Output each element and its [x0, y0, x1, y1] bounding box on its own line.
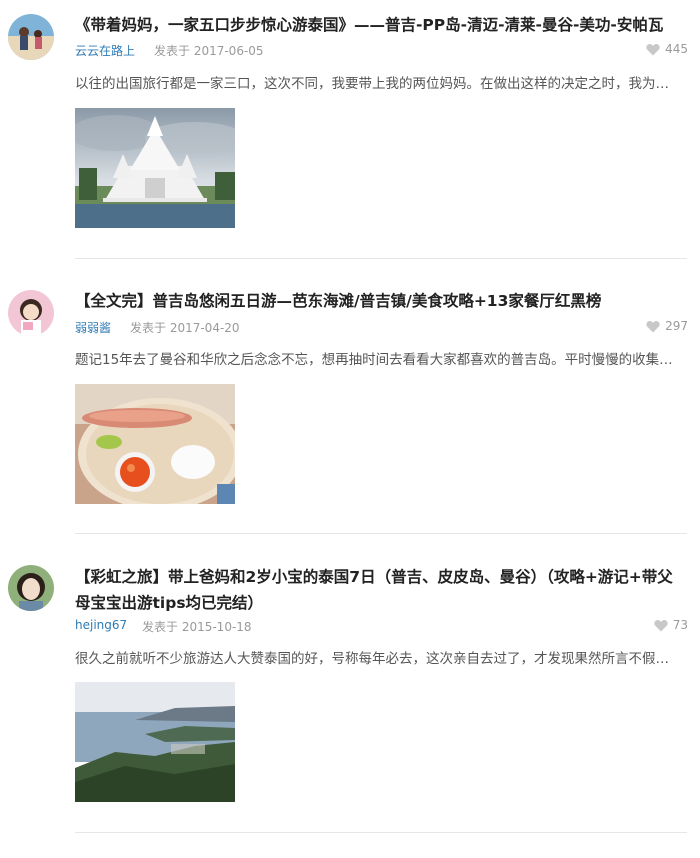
post-date: 发表于 2015-10-18: [142, 620, 252, 634]
author-name[interactable]: hejing67: [75, 618, 127, 632]
like-count-value: 445: [665, 42, 688, 56]
post-title[interactable]: 【全文完】普吉岛悠闲五日游—芭东海滩/普吉镇/美食攻略+13家餐厅红黑榜: [75, 288, 688, 314]
post-thumbnail[interactable]: [75, 682, 235, 802]
post-thumbnail[interactable]: [75, 384, 235, 504]
post-thumbnail[interactable]: [75, 108, 235, 228]
post-excerpt: 很久之前就听不少旅游达人大赞泰国的好，号称每年必去，这次亲自去过了，才发现果然所…: [75, 651, 669, 667]
like-count-value: 73: [672, 618, 688, 632]
like-count[interactable]: 73: [654, 618, 688, 632]
post-title[interactable]: 《带着妈妈，一家五口步步惊心游泰国》——普吉-PP岛-清迈-清莱-曼谷-美功-安…: [75, 12, 688, 38]
author-name[interactable]: 弱弱酱: [75, 319, 111, 336]
author-avatar[interactable]: [8, 565, 54, 611]
author-name[interactable]: 云云在路上: [75, 42, 135, 59]
post-divider: [75, 832, 687, 833]
post-divider: [75, 258, 687, 259]
post-card: 【彩虹之旅】带上爸妈和2岁小宝的泰国7日（普吉、皮皮岛、曼谷）（攻略+游记+带父…: [0, 535, 700, 835]
post-card: 《带着妈妈，一家五口步步惊心游泰国》——普吉-PP岛-清迈-清莱-曼谷-美功-安…: [0, 0, 700, 260]
post-card: 【全文完】普吉岛悠闲五日游—芭东海滩/普吉镇/美食攻略+13家餐厅红黑榜 弱弱酱…: [0, 260, 700, 535]
like-count-value: 297: [665, 319, 688, 333]
post-title[interactable]: 【彩虹之旅】带上爸妈和2岁小宝的泰国7日（普吉、皮皮岛、曼谷）（攻略+游记+带父…: [75, 564, 688, 616]
author-avatar[interactable]: [8, 290, 54, 336]
post-date: 发表于 2017-06-05: [154, 44, 264, 58]
author-avatar[interactable]: [8, 14, 54, 60]
heart-icon: [646, 320, 660, 332]
like-count[interactable]: 297: [646, 319, 688, 333]
post-date: 发表于 2017-04-20: [130, 321, 240, 335]
heart-icon: [654, 619, 668, 631]
post-divider: [75, 533, 687, 534]
heart-icon: [646, 43, 660, 55]
post-excerpt: 题记15年去了曼谷和华欣之后念念不忘，想再抽时间去看看大家都喜欢的普吉岛。平时慢…: [75, 352, 673, 368]
like-count[interactable]: 445: [646, 42, 688, 56]
post-excerpt: 以往的出国旅行都是一家三口，这次不同，我要带上我的两位妈妈。在做出这样的决定之时…: [75, 76, 669, 92]
